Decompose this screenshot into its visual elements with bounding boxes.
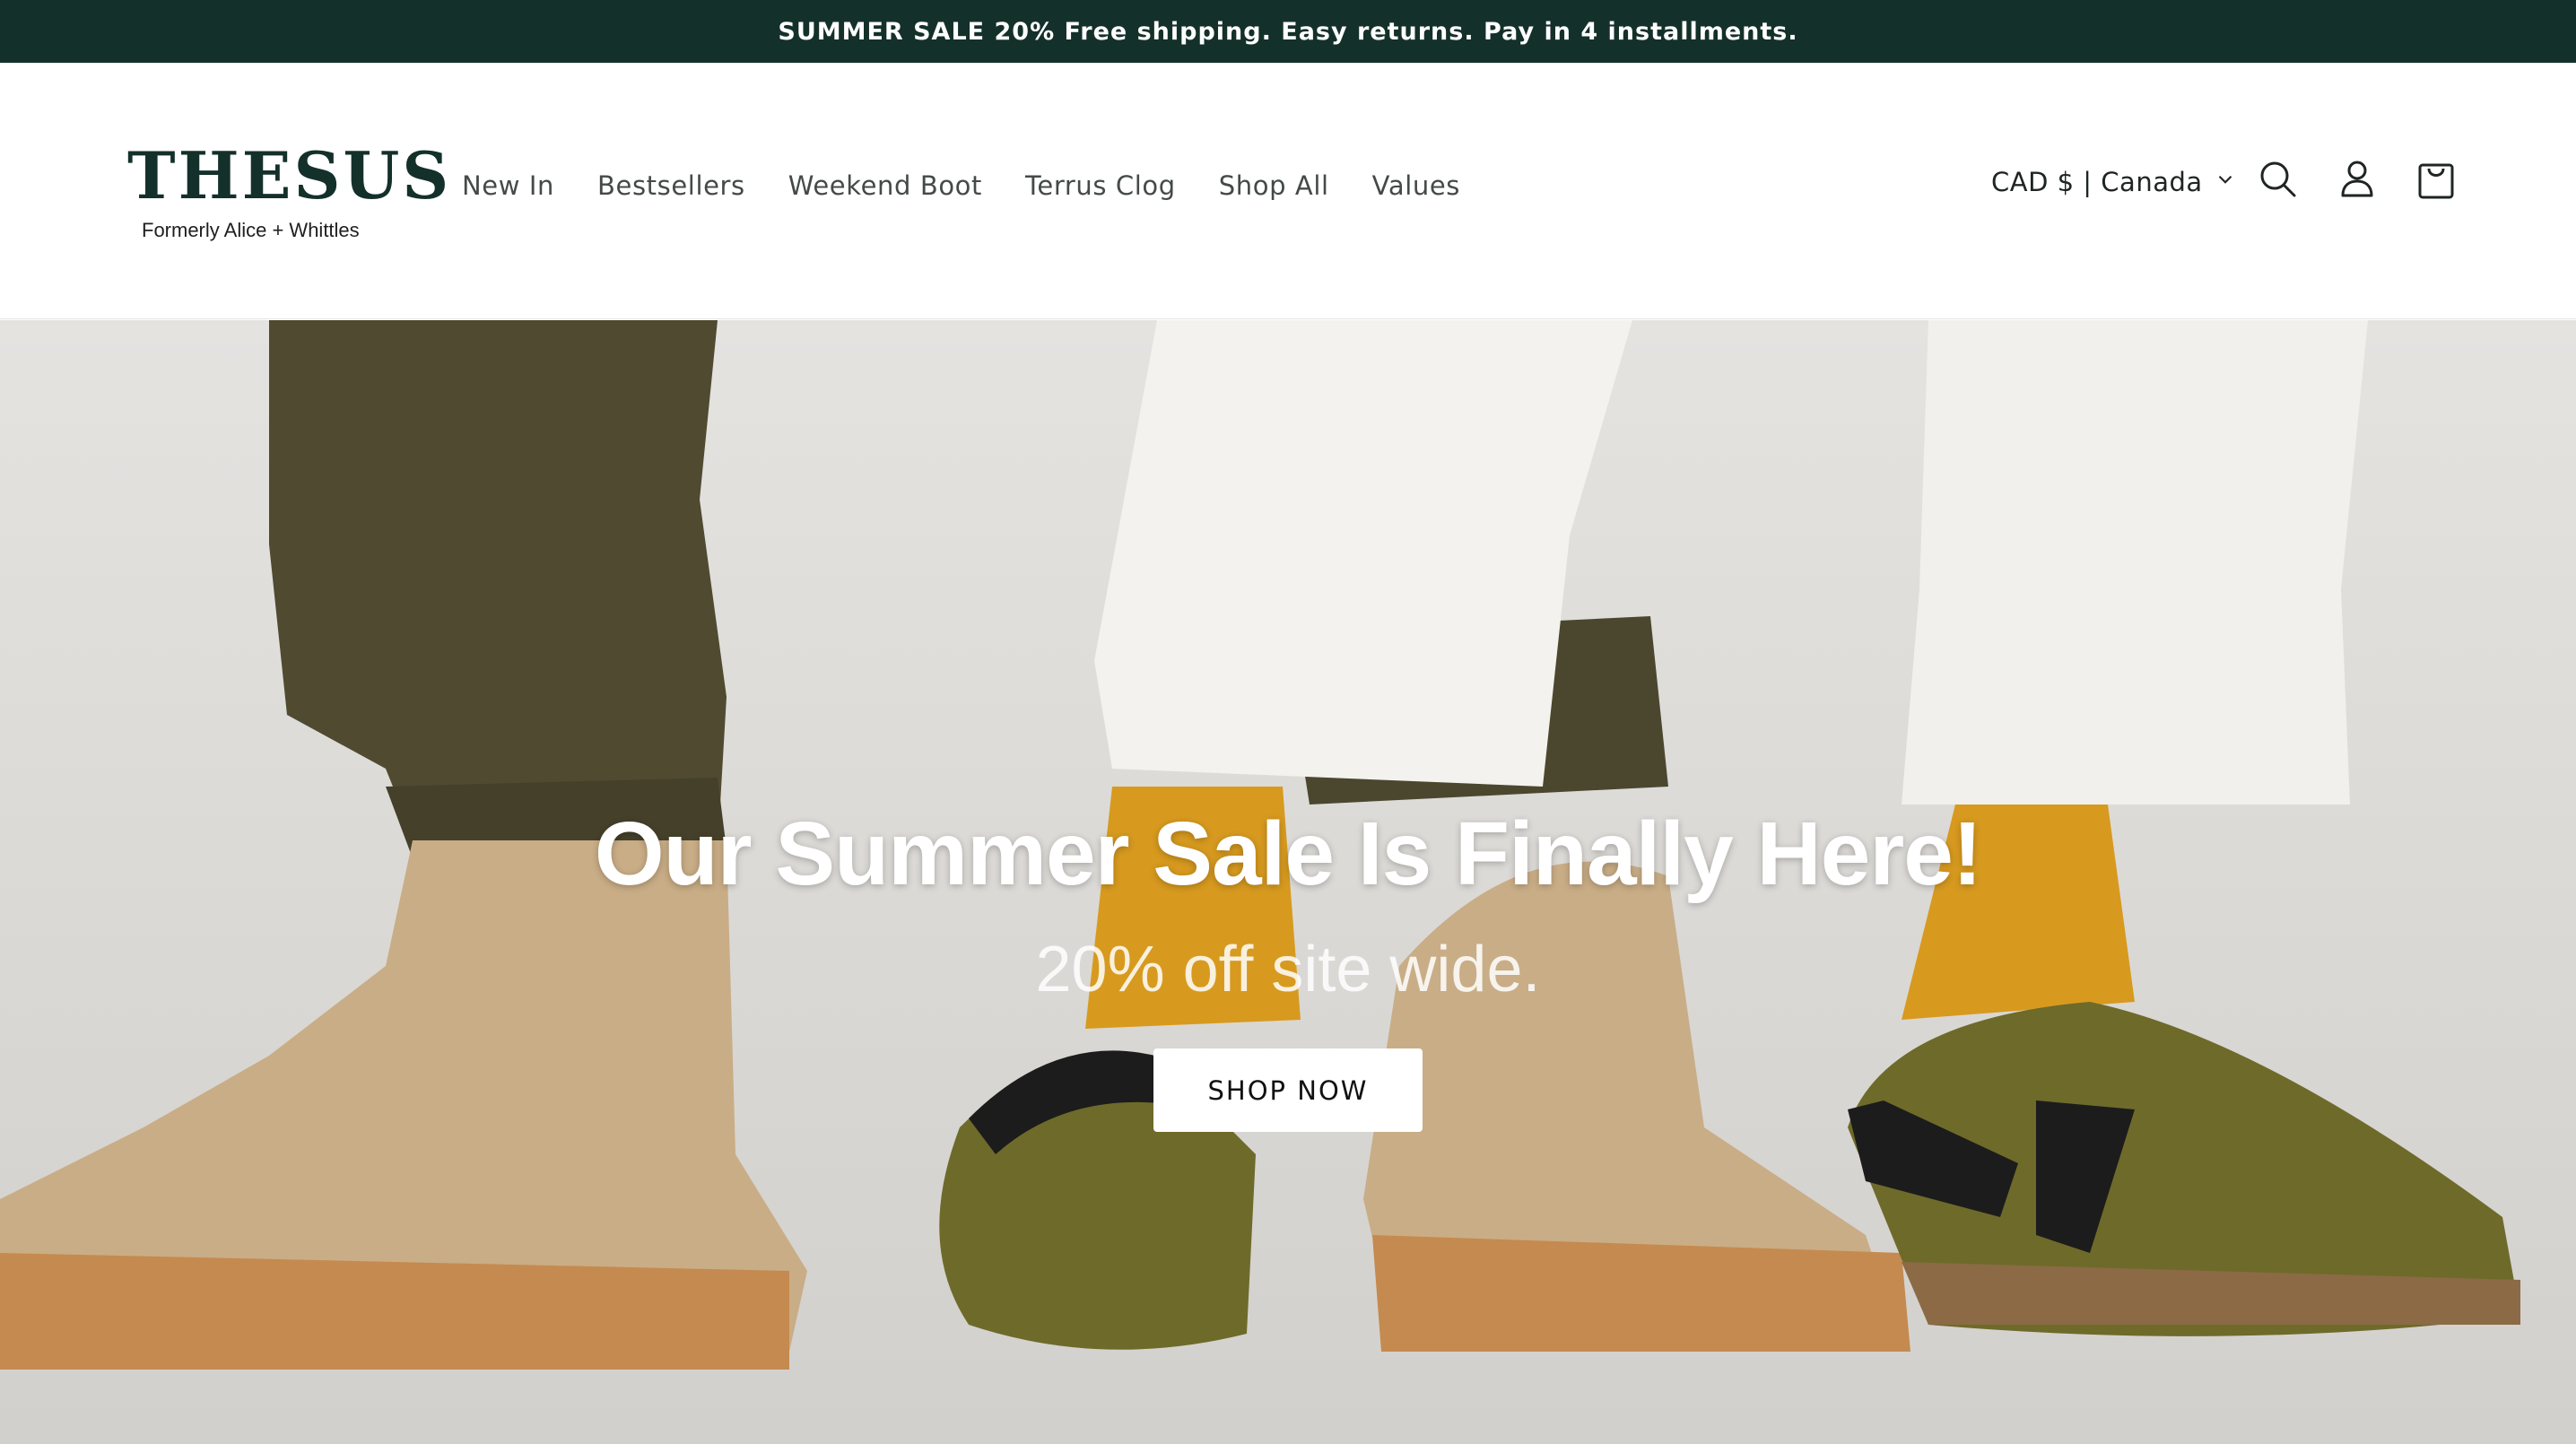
chevron-down-icon — [2214, 167, 2237, 197]
region-selector[interactable]: CAD $ | Canada — [1991, 167, 2237, 197]
main-nav: New In Bestsellers Weekend Boot Terrus C… — [462, 170, 1460, 201]
account-icon[interactable] — [2332, 154, 2382, 204]
nav-item-bestsellers[interactable]: Bestsellers — [597, 170, 745, 201]
nav-item-new-in[interactable]: New In — [462, 170, 554, 201]
hero-subtitle: 20% off site wide. — [1035, 934, 1541, 1005]
cart-icon[interactable] — [2411, 154, 2461, 204]
region-label: CAD $ | Canada — [1991, 167, 2203, 197]
nav-item-values[interactable]: Values — [1372, 170, 1460, 201]
shop-now-button[interactable]: SHOP NOW — [1153, 1048, 1423, 1132]
brand-name: THESUS — [127, 137, 452, 213]
nav-item-shop-all[interactable]: Shop All — [1219, 170, 1329, 201]
site-header: THESUS Formerly Alice + Whittles New In … — [0, 63, 2576, 319]
nav-item-weekend-boot[interactable]: Weekend Boot — [788, 170, 982, 201]
announcement-text: SUMMER SALE 20% Free shipping. Easy retu… — [778, 17, 1798, 46]
search-icon[interactable] — [2253, 154, 2303, 204]
nav-item-terrus-clog[interactable]: Terrus Clog — [1025, 170, 1176, 201]
announcement-bar: SUMMER SALE 20% Free shipping. Easy retu… — [0, 0, 2576, 63]
hero-banner: Our Summer Sale Is Finally Here! 20% off… — [0, 320, 2576, 1444]
hero-title: Our Summer Sale Is Finally Here! — [594, 804, 1982, 904]
brand-logo[interactable]: THESUS Formerly Alice + Whittles — [127, 137, 452, 242]
brand-tagline: Formerly Alice + Whittles — [142, 219, 360, 241]
